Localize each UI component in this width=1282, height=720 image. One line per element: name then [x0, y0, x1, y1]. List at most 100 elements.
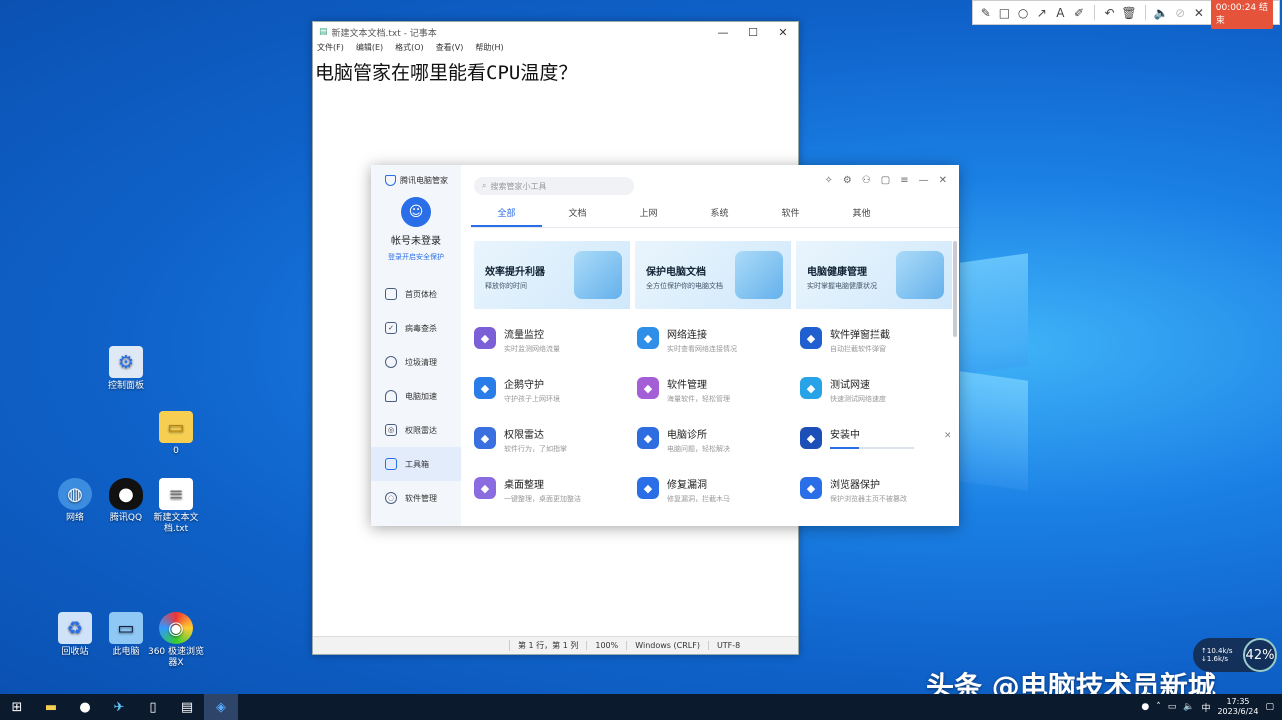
folder-icon: ▭: [159, 411, 193, 443]
notification-icon[interactable]: ▢: [1265, 702, 1274, 712]
network-tray-icon[interactable]: ▭: [1168, 702, 1177, 712]
banner-efficiency[interactable]: 效率提升利器 释放你的时间: [474, 241, 630, 309]
tool-item[interactable]: ◆ 流量监控 实时监测网络流量: [474, 325, 634, 365]
tool-item[interactable]: ◆ 浏览器保护 保护浏览器主页不被篡改: [800, 475, 950, 515]
menu-format[interactable]: 格式(O): [395, 42, 424, 56]
sidebar-item-toolbox[interactable]: 工具箱: [371, 447, 461, 481]
tab-system[interactable]: 系统: [684, 206, 755, 227]
tool-item[interactable]: ◆ 桌面整理 一键整理，桌面更加整洁: [474, 475, 634, 515]
qq-icon: ●: [109, 478, 143, 510]
input-method-icon[interactable]: 中: [1201, 701, 1210, 714]
scrollbar[interactable]: [953, 241, 957, 337]
tab-documents[interactable]: 文档: [542, 206, 613, 227]
tool-item[interactable]: ◆ 测试网速 快速测试网络速度: [800, 375, 950, 415]
tab-other[interactable]: 其他: [826, 206, 897, 227]
sidebar-item-speedup[interactable]: 电脑加速: [371, 379, 461, 413]
mic-off-icon[interactable]: ⊘: [1173, 5, 1187, 21]
pen-icon[interactable]: ✎: [979, 5, 993, 21]
traffic-monitor-icon: ◆: [474, 327, 496, 349]
skin-icon[interactable]: ▢: [881, 175, 890, 186]
install-progress-fill: [830, 447, 860, 449]
menu-edit[interactable]: 编辑(E): [356, 42, 383, 56]
tab-software[interactable]: 软件: [755, 206, 826, 227]
sidebar-item-trash-clean[interactable]: 垃圾清理: [371, 345, 461, 379]
circle-icon[interactable]: ○: [1016, 5, 1030, 21]
maximize-button[interactable]: ☐: [738, 26, 768, 39]
taskbar-app[interactable]: ✈: [102, 694, 136, 720]
tab-all[interactable]: 全部: [471, 206, 542, 227]
tab-internet[interactable]: 上网: [613, 206, 684, 227]
delete-icon[interactable]: 🗑: [1121, 5, 1136, 21]
tool-item[interactable]: ◆ 安装中 ✕: [800, 425, 950, 465]
tool-text: 桌面整理 一键整理，桌面更加整洁: [504, 475, 581, 515]
sidebar-item-software[interactable]: ◌ 软件管理: [371, 481, 461, 515]
undo-icon[interactable]: ↶: [1103, 5, 1117, 21]
menu-view[interactable]: 查看(V): [436, 42, 464, 56]
speaker-icon[interactable]: 🔈: [1153, 5, 1168, 21]
tool-item[interactable]: ◆ 软件管理 海量软件，轻松管理: [637, 375, 797, 415]
desktop-organize-icon: ◆: [474, 477, 496, 499]
record-timer-button[interactable]: 00:00:24 结束: [1210, 0, 1273, 29]
tool-search-input[interactable]: ⌕ 搜索管家小工具: [474, 177, 634, 195]
taskbar-pc-manager[interactable]: ◈: [204, 694, 238, 720]
tool-item[interactable]: ◆ 修复漏洞 修复漏洞，拦截木马: [637, 475, 797, 515]
start-button[interactable]: ⊞: [0, 694, 34, 720]
sidebar-item-radar[interactable]: ◎ 权限雷达: [371, 413, 461, 447]
arrow-icon[interactable]: ↗: [1035, 5, 1049, 21]
cancel-install-icon[interactable]: ✕: [944, 431, 950, 441]
sidebar-item-virus-scan[interactable]: ✓ 病毒查杀: [371, 311, 461, 345]
banner-document-protect[interactable]: 保护电脑文档 全方位保护你的电脑文档: [635, 241, 791, 309]
gift-icon[interactable]: ✧: [824, 175, 832, 186]
settings-icon[interactable]: ⚙: [843, 175, 852, 186]
notepad-title: 新建文本文档.txt - 记事本: [331, 28, 437, 39]
minimize-button[interactable]: —: [919, 175, 929, 186]
lock-illustration-icon: [735, 251, 783, 299]
tool-item[interactable]: ◆ 电脑诊所 电脑问题，轻松解决: [637, 425, 797, 465]
volume-icon[interactable]: 🔈: [1183, 702, 1194, 712]
menu-help[interactable]: 帮助(H): [475, 42, 503, 56]
tool-item[interactable]: ◆ 权限雷达 软件行为，了如指掌: [474, 425, 634, 465]
taskbar-tablet[interactable]: ▯: [136, 694, 170, 720]
fix-vuln-icon: ◆: [637, 477, 659, 499]
desktop-icon-360-browser[interactable]: ◉ 360 极速浏览器X: [145, 612, 207, 669]
avatar[interactable]: ☺: [401, 197, 431, 227]
rectangle-icon[interactable]: □: [998, 5, 1012, 21]
tool-item[interactable]: ◆ 企鹅守护 守护孩子上网环境: [474, 375, 634, 415]
desktop-icon-folder[interactable]: ▭ 0: [145, 411, 207, 457]
clock-date: 2023/6/24: [1217, 707, 1259, 716]
sidebar-item-home-check[interactable]: 首页体检: [371, 277, 461, 311]
banner-health[interactable]: 电脑健康管理 实时掌握电脑健康状况: [796, 241, 952, 309]
notepad-titlebar[interactable]: ▤ 新建文本文档.txt - 记事本 — ☐ ✕: [313, 22, 798, 42]
taskbar-notepad[interactable]: ▤: [170, 694, 204, 720]
tool-item[interactable]: ◆ 网络连接 实时查看网络连接情况: [637, 325, 797, 365]
taskbar-explorer[interactable]: ▬: [34, 694, 68, 720]
memory-percent: 42%: [1243, 638, 1277, 672]
tool-item[interactable]: ◆ 软件弹窗拦截 自动拦截软件弹窗: [800, 325, 950, 365]
user-add-icon[interactable]: ⚇: [862, 175, 871, 186]
software-manage-icon: ◆: [637, 377, 659, 399]
pc-manager-window[interactable]: 腾讯电脑管家 ☺ 帐号未登录 登录开启安全保护 首页体检 ✓ 病毒查杀 垃圾清理 …: [371, 165, 959, 526]
menu-icon[interactable]: ≡: [900, 175, 908, 186]
desktop-icon-control-panel[interactable]: ⚙ 控制面板: [95, 346, 157, 392]
taskbar-qq[interactable]: ●: [68, 694, 102, 720]
highlighter-icon[interactable]: ✐: [1072, 5, 1086, 21]
close-icon[interactable]: ✕: [1192, 5, 1206, 21]
taskbar-clock[interactable]: 17:35 2023/6/24: [1217, 697, 1258, 717]
qq-tray-icon[interactable]: ●: [1141, 702, 1149, 712]
close-button[interactable]: ✕: [939, 175, 947, 186]
login-link[interactable]: 登录开启安全保护: [371, 252, 461, 262]
sidebar-item-label: 权限雷达: [405, 425, 437, 435]
radar-icon: ◎: [385, 424, 397, 436]
close-button[interactable]: ✕: [768, 26, 798, 39]
menu-file[interactable]: 文件(F): [317, 42, 344, 56]
text-tool-icon[interactable]: A: [1054, 5, 1068, 21]
notepad-text-area[interactable]: 电脑管家在哪里能看CPU温度？: [313, 56, 798, 85]
manager-sidebar: 腾讯电脑管家 ☺ 帐号未登录 登录开启安全保护 首页体检 ✓ 病毒查杀 垃圾清理 …: [371, 165, 461, 526]
account-name[interactable]: 帐号未登录: [371, 232, 461, 247]
upload-speed: ↑10.4k/s: [1201, 647, 1233, 655]
permission-radar-icon: ◆: [474, 427, 496, 449]
minimize-button[interactable]: —: [708, 26, 738, 39]
trash-clean-icon: [385, 356, 397, 368]
desktop-icon-text-file[interactable]: ≡ 新建文本文档.txt: [145, 478, 207, 535]
chevron-up-icon[interactable]: ˄: [1156, 702, 1161, 712]
